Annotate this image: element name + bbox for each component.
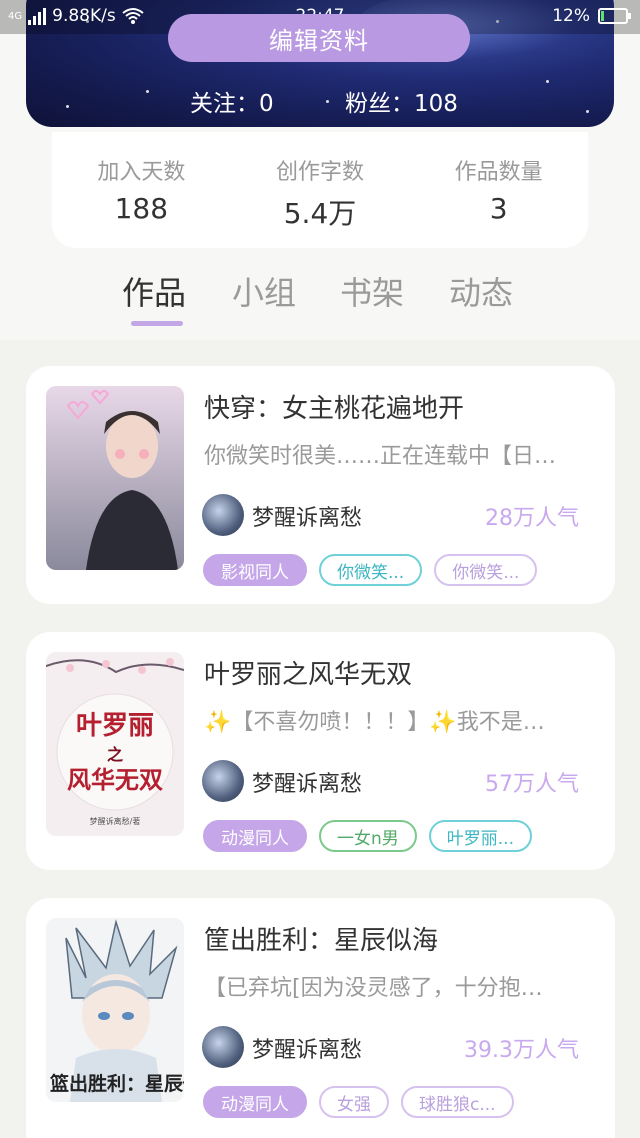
tag-list: 动漫同人 一女n男 叶罗丽...: [203, 820, 532, 852]
active-tab-indicator: [131, 321, 183, 326]
svg-text:之: 之: [107, 745, 123, 764]
svg-text:叶罗丽: 叶罗丽: [76, 711, 154, 741]
work-card[interactable]: 篮出胜利：星辰似海 筐出胜利：星辰似海 【已弃坑[因为没灵感了，十分抱… 梦醒诉…: [26, 898, 615, 1138]
work-title: 快穿：女主桃花遍地开: [204, 394, 465, 424]
tag[interactable]: 你微笑...: [319, 554, 423, 586]
stats-panel: 加入天数 188 创作字数 5.4万 作品数量 3: [52, 132, 588, 248]
author-name: 梦醒诉离愁: [252, 1038, 363, 1063]
profile-tabs: 作品 小组 书架 动态: [0, 264, 640, 334]
tag[interactable]: 你微笑...: [434, 554, 538, 586]
tag[interactable]: 动漫同人: [203, 820, 307, 852]
tab-bookshelf[interactable]: 书架: [340, 268, 404, 314]
stat-label: 创作字数: [276, 160, 365, 185]
book-cover: [46, 386, 184, 570]
following-count[interactable]: 关注：0: [190, 84, 274, 118]
tag[interactable]: 一女n男: [319, 820, 417, 852]
tag[interactable]: 球胜狼c...: [401, 1086, 514, 1118]
work-title: 叶罗丽之风华无双: [204, 660, 413, 690]
author-name: 梦醒诉离愁: [252, 772, 363, 797]
author-avatar: [202, 494, 244, 536]
followers-count[interactable]: 粉丝：108: [345, 84, 458, 118]
work-card[interactable]: 叶罗丽 之 风华无双 梦醒诉离愁/著 叶罗丽之风华无双 ✨【不喜勿喷！！！】✨我…: [26, 632, 615, 870]
tag-list: 动漫同人 女强 球胜狼c...: [203, 1086, 514, 1118]
stat-join-days: 加入天数 188: [52, 132, 231, 248]
tag[interactable]: 动漫同人: [203, 1086, 307, 1118]
stat-works-count: 作品数量 3: [409, 132, 588, 248]
stat-value: 3: [489, 192, 508, 225]
tab-works[interactable]: 作品: [122, 268, 186, 314]
stat-word-count: 创作字数 5.4万: [231, 132, 410, 248]
work-description: ✨【不喜勿喷！！！】✨我不是…: [204, 710, 545, 735]
tag[interactable]: 叶罗丽...: [428, 820, 532, 852]
edit-profile-button[interactable]: 编辑资料: [168, 14, 470, 62]
tag[interactable]: 女强: [319, 1086, 389, 1118]
svg-text:风华无双: 风华无双: [67, 765, 163, 794]
popularity-count: 28万人气: [485, 506, 579, 531]
tag[interactable]: 影视同人: [203, 554, 307, 586]
author-name: 梦醒诉离愁: [252, 506, 363, 531]
stat-label: 加入天数: [97, 160, 186, 185]
book-cover: 叶罗丽 之 风华无双 梦醒诉离愁/著: [46, 652, 184, 836]
author-avatar: [202, 1026, 244, 1068]
battery-fill: [601, 11, 604, 21]
svg-text:梦醒诉离愁/著: 梦醒诉离愁/著: [90, 816, 141, 826]
popularity-count: 39.3万人气: [464, 1038, 579, 1063]
stat-label: 作品数量: [454, 160, 543, 185]
work-description: 你微笑时很美……正在连载中【日…: [204, 444, 557, 469]
tag-list: 影视同人 你微笑... 你微笑...: [203, 554, 538, 586]
battery-percent: 12%: [552, 6, 590, 26]
stat-value: 188: [114, 192, 169, 225]
svg-text:篮出胜利：星辰似海: 篮出胜利：星辰似海: [49, 1072, 184, 1095]
tab-groups[interactable]: 小组: [232, 268, 296, 314]
battery-icon: [598, 8, 631, 24]
tab-activity[interactable]: 动态: [449, 268, 513, 314]
book-cover: 篮出胜利：星辰似海: [46, 918, 184, 1102]
work-description: 【已弃坑[因为没灵感了，十分抱…: [204, 976, 543, 1001]
popularity-count: 57万人气: [485, 772, 579, 797]
work-title: 筐出胜利：星辰似海: [204, 926, 439, 956]
work-card[interactable]: 快穿：女主桃花遍地开 你微笑时很美……正在连载中【日… 梦醒诉离愁 28万人气 …: [26, 366, 615, 604]
author-avatar: [202, 760, 244, 802]
stat-value: 5.4万: [283, 197, 357, 230]
